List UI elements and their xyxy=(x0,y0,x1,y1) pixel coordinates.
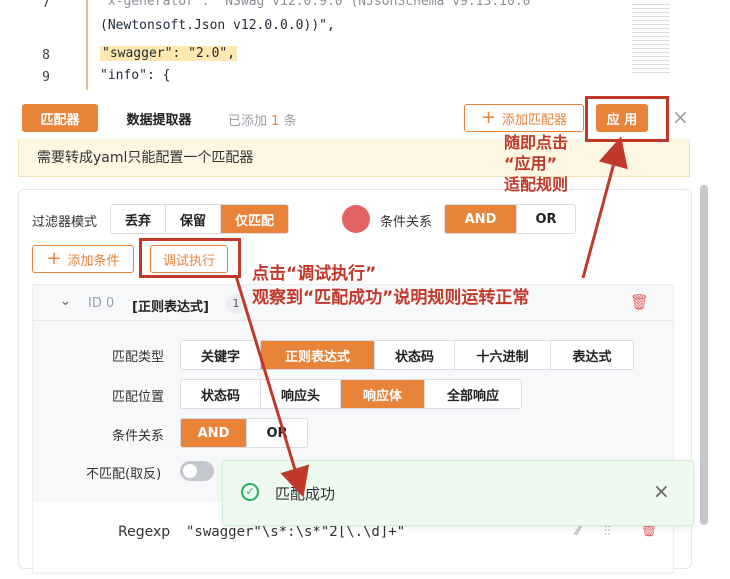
debug-arrow xyxy=(234,275,310,498)
root: 7 "x-generator": "NSwag v12.0.9.0 (NJson… xyxy=(0,0,730,579)
apply-arrow xyxy=(581,136,628,279)
annotation-arrows xyxy=(234,136,628,498)
